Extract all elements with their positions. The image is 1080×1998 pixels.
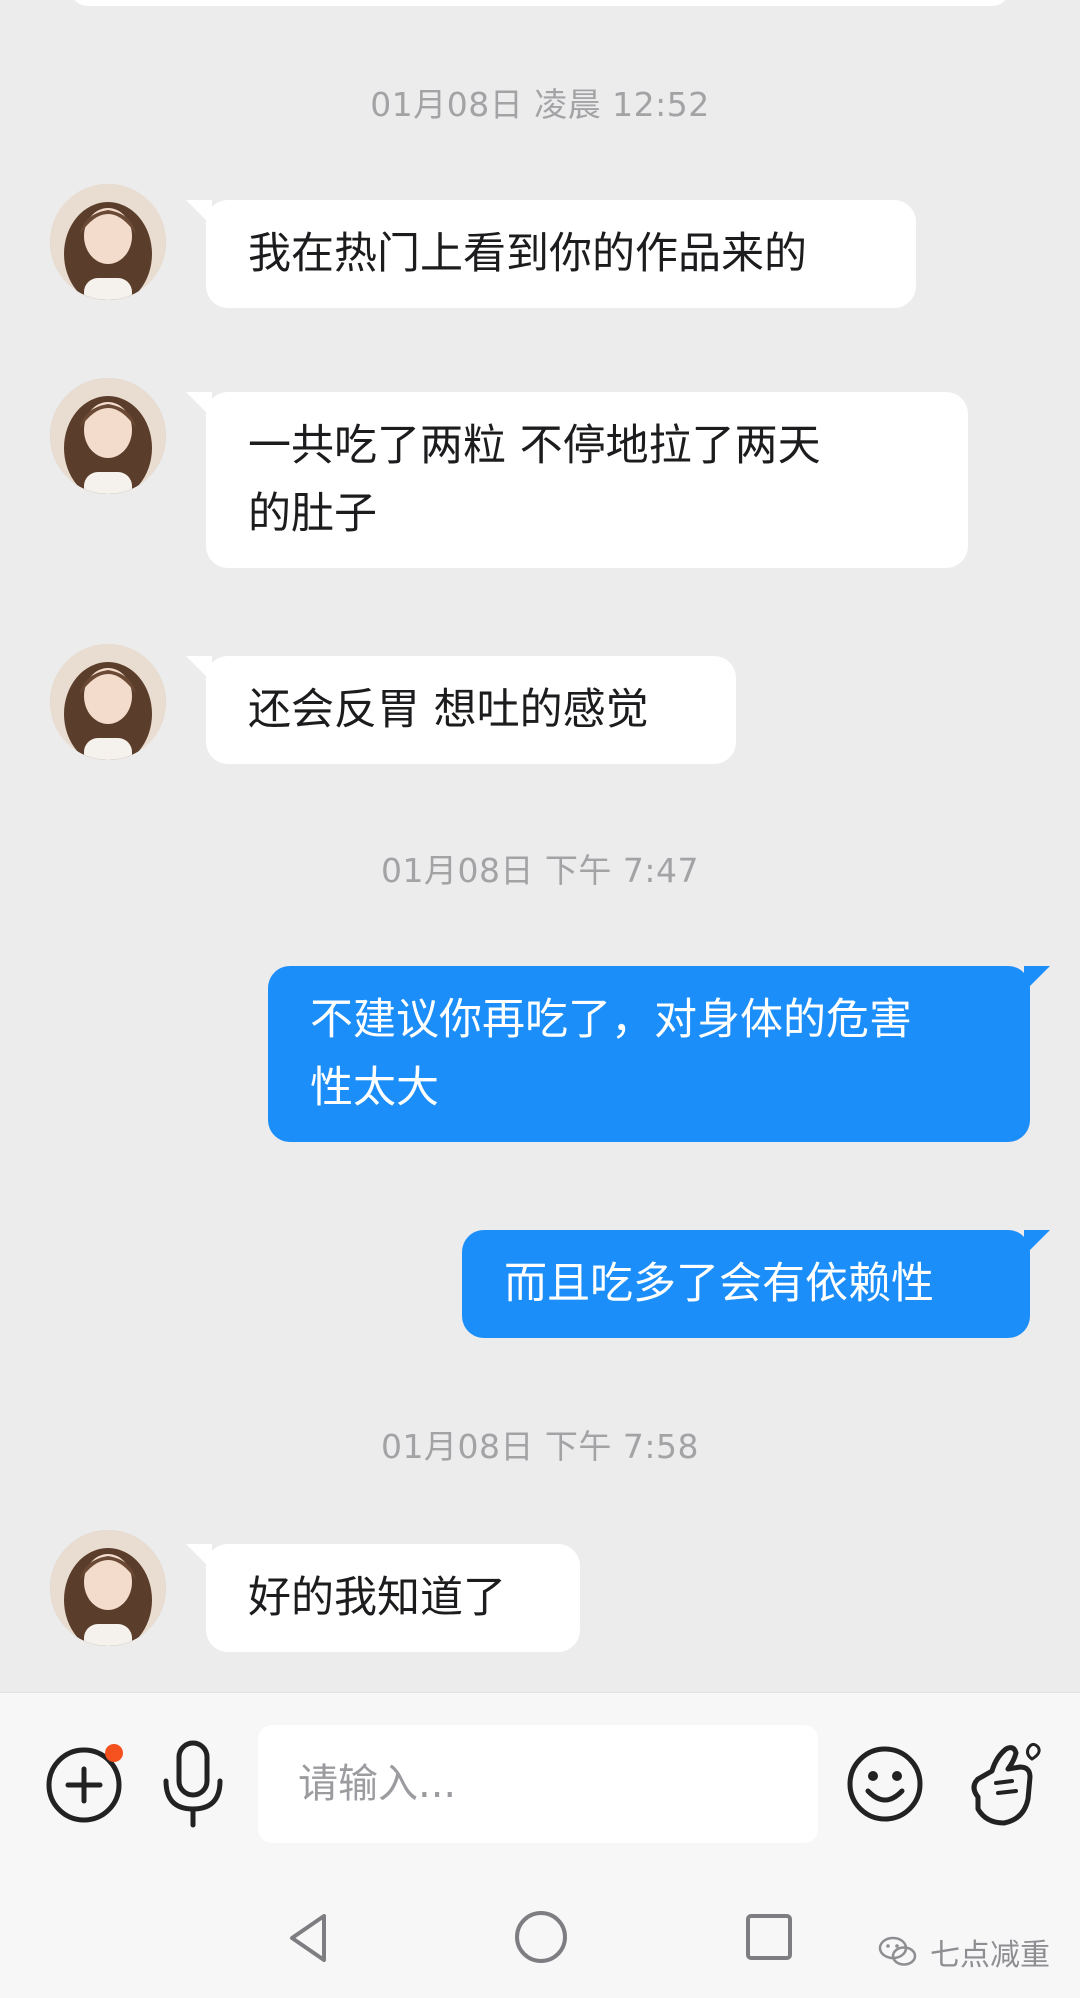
recents-square-icon[interactable] <box>742 1910 796 1964</box>
contact-avatar[interactable] <box>50 378 166 494</box>
previous-message-bubble <box>70 0 1010 6</box>
home-circle-icon[interactable] <box>512 1908 570 1966</box>
microphone-icon[interactable] <box>156 1737 230 1831</box>
chat-screen: 01月08日 凌晨 12:52 我在热门上看到你的作品来的 一共吃了两粒 不停地… <box>0 0 1080 1998</box>
message-input[interactable] <box>258 1725 818 1843</box>
wechat-icon <box>878 1936 917 1966</box>
incoming-message-bubble[interactable]: 我在热门上看到你的作品来的 <box>186 200 916 308</box>
contact-avatar[interactable] <box>50 644 166 760</box>
outgoing-message-bubble[interactable]: 不建议你再吃了，对身体的危害 性太大 <box>268 966 1050 1142</box>
avatar-image <box>50 1530 166 1646</box>
timestamp: 01月08日 凌晨 12:52 <box>370 85 710 124</box>
notification-dot <box>105 1744 123 1762</box>
timestamp: 01月08日 下午 7:47 <box>380 851 700 890</box>
watermark-text: 七点减重 <box>930 1938 1050 1973</box>
timestamp: 01月08日 下午 7:58 <box>380 1427 700 1466</box>
avatar-image <box>50 644 166 760</box>
back-triangle-icon[interactable] <box>282 1910 338 1966</box>
add-circle-icon[interactable] <box>44 1743 126 1825</box>
system-navigation-bar: 七点减重 <box>0 1874 1080 1998</box>
emoji-icon[interactable] <box>844 1743 926 1825</box>
avatar-image <box>50 184 166 300</box>
incoming-message-bubble[interactable]: 还会反胃 想吐的感觉 <box>186 656 736 764</box>
watermark: 七点减重 <box>878 1930 1050 1974</box>
contact-avatar[interactable] <box>50 1530 166 1646</box>
avatar-image <box>50 378 166 494</box>
incoming-message-bubble[interactable]: 好的我知道了 <box>186 1544 580 1652</box>
outgoing-message-bubble[interactable]: 而且吃多了会有依赖性 <box>462 1230 1050 1338</box>
finger-heart-icon[interactable] <box>956 1737 1046 1831</box>
composer-bar <box>0 1692 1080 1875</box>
incoming-message-bubble[interactable]: 一共吃了两粒 不停地拉了两天 的肚子 <box>186 392 968 568</box>
contact-avatar[interactable] <box>50 184 166 300</box>
